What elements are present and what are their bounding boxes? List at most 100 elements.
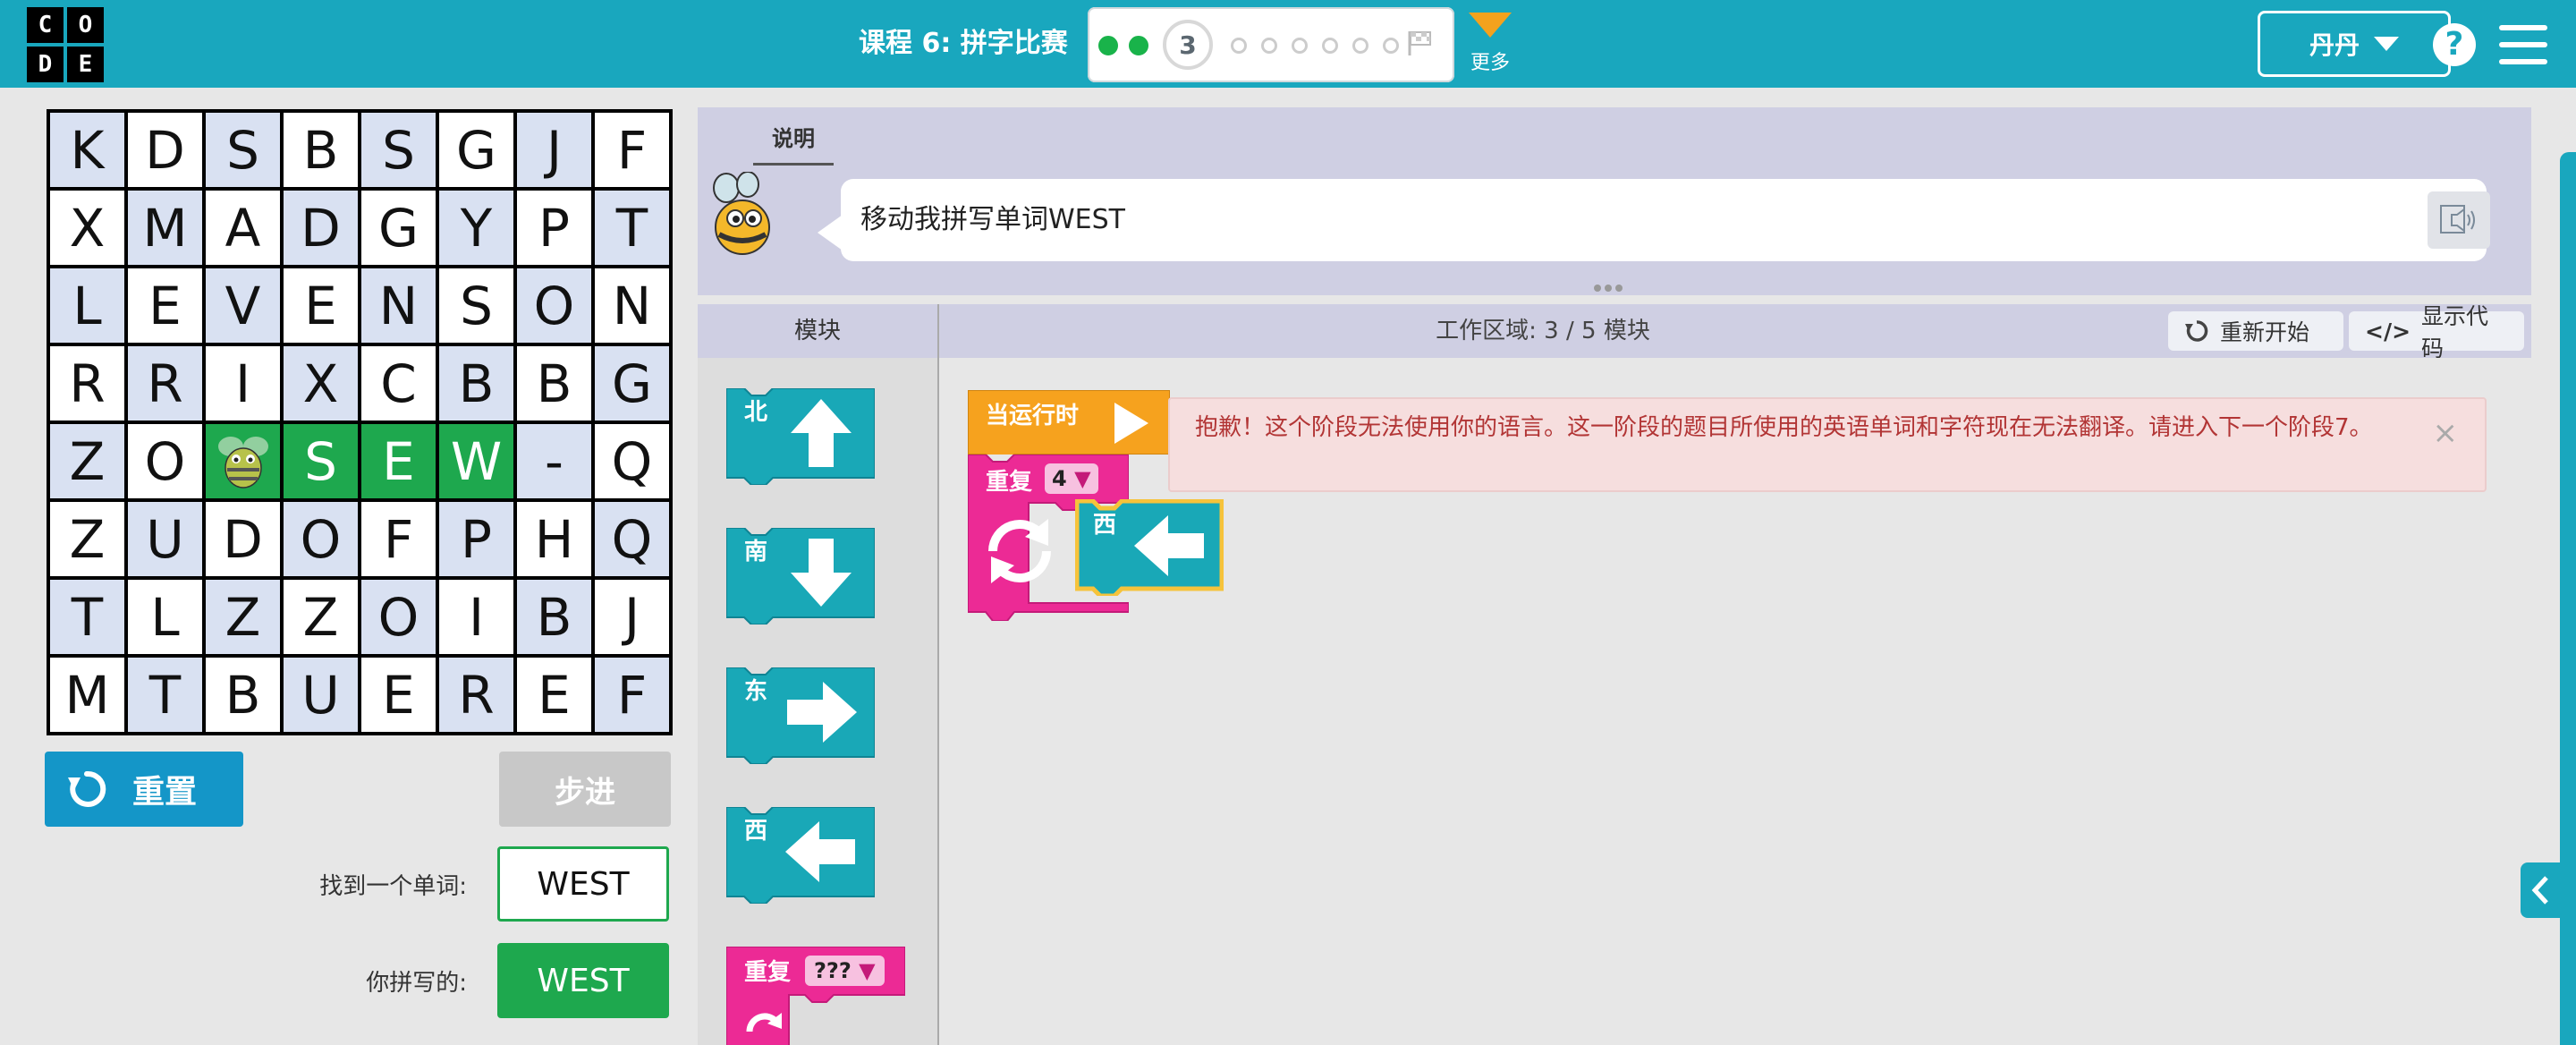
- grid-cell: E: [128, 268, 202, 343]
- instruction-text: 移动我拼写单词WEST: [860, 204, 1125, 235]
- user-menu-button[interactable]: 丹丹: [2258, 11, 2451, 77]
- block-label: 东: [744, 678, 768, 705]
- grid-cell: F: [595, 658, 669, 732]
- grid-cell: T: [595, 191, 669, 265]
- level-dot[interactable]: [1322, 38, 1338, 54]
- level-dot[interactable]: [1261, 38, 1277, 54]
- grid-cell: R: [128, 346, 202, 421]
- arrow-left-icon: [1134, 515, 1204, 576]
- reset-label: 重置: [132, 774, 198, 811]
- more-label: 更多: [1470, 52, 1510, 74]
- grid-cell: Q: [595, 502, 669, 576]
- grid-cell: D: [128, 113, 202, 187]
- level-dot[interactable]: [1383, 38, 1399, 54]
- grid-cell: C: [361, 346, 436, 421]
- more-levels-button[interactable]: 更多: [1463, 13, 1517, 75]
- logo-letter: E: [67, 47, 104, 82]
- workspace-title: 工作区域: 3 / 5 模块: [1436, 318, 1650, 344]
- repeat-count-dropdown[interactable]: 4 ▼: [1045, 463, 1098, 494]
- grid-cell: Y: [439, 191, 513, 265]
- close-icon[interactable]: ×: [2433, 415, 2459, 451]
- repeat-label: 重复: [986, 469, 1033, 496]
- loop-icon: [988, 519, 1051, 583]
- grid-cell: O: [128, 424, 202, 498]
- logo-letter: D: [27, 47, 64, 82]
- grid-cell: N: [595, 268, 669, 343]
- block-repeat[interactable]: 重复 ??? ▼: [725, 946, 906, 1045]
- play-icon: [1114, 403, 1148, 444]
- level-dot[interactable]: [1352, 38, 1368, 54]
- level-dot[interactable]: [1292, 38, 1308, 54]
- dropdown-caret-icon: ▼: [1074, 466, 1091, 491]
- restart-label: 重新开始: [2220, 319, 2310, 345]
- error-message: 抱歉！这个阶段无法使用你的语言。这一阶段的题目所使用的英语单词和字符现在无法翻译…: [1195, 414, 2373, 441]
- text-to-speech-button[interactable]: [2428, 191, 2490, 249]
- toolbox: 北 南 东 西 重复 ??? ▼: [698, 358, 937, 1045]
- grid-cell: I: [439, 580, 513, 654]
- repeat-count-dropdown[interactable]: ??? ▼: [805, 956, 885, 986]
- resize-handle[interactable]: [1594, 285, 1630, 293]
- grid-cell: F: [361, 502, 436, 576]
- spelled-word-label: 你拼写的:: [366, 970, 467, 997]
- grid-cell: N: [361, 268, 436, 343]
- step-button[interactable]: 步进: [499, 752, 671, 827]
- caret-down-icon: [2374, 37, 2399, 51]
- repeat-count-value: 4: [1052, 466, 1067, 491]
- bee-character-icon: [217, 436, 268, 489]
- grid-cell: W: [439, 424, 513, 498]
- grid-cell: U: [284, 658, 358, 732]
- block-label: 西: [1093, 512, 1117, 539]
- block-move-north[interactable]: 北: [725, 387, 876, 486]
- help-icon[interactable]: ?: [2433, 23, 2476, 66]
- speaker-icon: [2440, 205, 2475, 234]
- lesson-title[interactable]: 课程 6: 拼字比赛: [859, 0, 1068, 88]
- grid-cell: E: [517, 658, 591, 732]
- show-code-button[interactable]: </> 显示代码: [2349, 303, 2524, 361]
- level-dot-completed[interactable]: [1098, 36, 1118, 55]
- arrow-left-icon: [785, 821, 855, 882]
- grid-cell: D: [284, 191, 358, 265]
- workspace[interactable]: 当运行时 重复 4 ▼ 西 抱歉！这个阶段无法使用你的语言。这一阶段的题目所使用…: [939, 358, 2531, 1045]
- instructions-panel: 说明 移动我拼写单词WEST: [698, 107, 2531, 295]
- grid-cell: R: [50, 346, 124, 421]
- grid-cell: B: [284, 113, 358, 187]
- collapse-panel-button[interactable]: [2521, 862, 2560, 918]
- grid-cell: M: [128, 191, 202, 265]
- grid-cell: -: [517, 424, 591, 498]
- grid-cell: Z: [284, 580, 358, 654]
- block-move-west-selected[interactable]: 西: [1074, 498, 1224, 599]
- grid-cell: U: [128, 502, 202, 576]
- grid-cell: P: [517, 191, 591, 265]
- finish-flag-icon[interactable]: [1406, 29, 1435, 57]
- level-dot-completed[interactable]: [1129, 36, 1148, 55]
- grid-cell: E: [284, 268, 358, 343]
- grid-cell: T: [50, 580, 124, 654]
- reset-icon: [68, 770, 106, 807]
- top-header: C O D E 课程 6: 拼字比赛 3 更多 丹丹 ?: [0, 0, 2576, 88]
- restart-button[interactable]: 重新开始: [2168, 311, 2343, 351]
- block-move-south[interactable]: 南: [725, 527, 876, 625]
- grid-cell: T: [128, 658, 202, 732]
- hamburger-menu-icon[interactable]: [2499, 25, 2547, 64]
- reset-button[interactable]: 重置: [45, 752, 243, 827]
- code-logo[interactable]: C O D E: [27, 7, 104, 82]
- grid-cell: B: [517, 580, 591, 654]
- arrow-right-icon: [787, 682, 857, 743]
- grid-cell: K: [50, 113, 124, 187]
- grid-cell: X: [50, 191, 124, 265]
- repeat-count-value: ???: [814, 958, 852, 983]
- current-level-dot[interactable]: 3: [1163, 20, 1213, 70]
- block-move-east[interactable]: 东: [725, 667, 876, 765]
- grid-cell: G: [439, 113, 513, 187]
- bubble-tail: [818, 215, 843, 251]
- block-label: 西: [744, 818, 768, 845]
- grid-cell: I: [206, 346, 280, 421]
- chevron-down-icon: [1469, 13, 1512, 38]
- level-dot[interactable]: [1231, 38, 1247, 54]
- block-move-west[interactable]: 西: [725, 806, 876, 905]
- tab-instructions[interactable]: 说明: [753, 118, 834, 166]
- block-label: 北: [744, 399, 768, 426]
- grid-cell: Z: [50, 502, 124, 576]
- when-run-block[interactable]: 当运行时: [967, 389, 1171, 463]
- target-word-box: WEST: [497, 846, 669, 922]
